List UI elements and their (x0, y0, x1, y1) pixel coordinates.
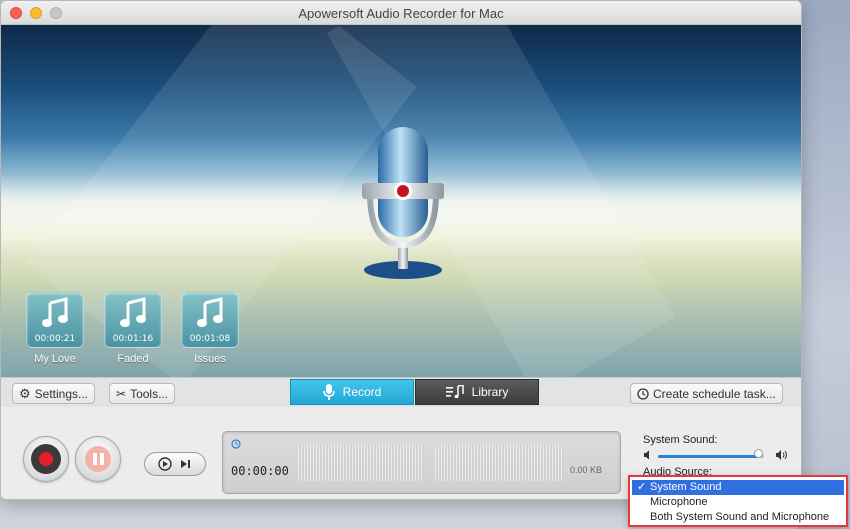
title-bar: Apowersoft Audio Recorder for Mac (1, 1, 801, 25)
music-note-icon (42, 297, 68, 327)
play-next-button[interactable] (144, 452, 206, 476)
library-icon (445, 385, 464, 399)
audio-source-option-microphone[interactable]: Microphone (632, 495, 844, 510)
track-name: Issues (194, 353, 226, 365)
track-thumbnail[interactable]: 00:01:16 (104, 292, 162, 348)
record-icon (31, 444, 61, 474)
track-duration: 00:01:08 (189, 334, 231, 344)
system-sound-label: System Sound: (643, 434, 718, 446)
recording-time: 00:00:00 (231, 464, 289, 478)
tab-library[interactable]: Library (415, 379, 539, 405)
track-name: My Love (34, 353, 76, 365)
microphone-small-icon (322, 384, 335, 400)
tab-record[interactable]: Record (290, 379, 414, 405)
audio-source-dropdown: ✓ System Sound Microphone Both System So… (628, 475, 848, 527)
tab-record-label: Record (342, 385, 382, 399)
track-name: Faded (117, 353, 149, 365)
app-window: Apowersoft Audio Recorder for Mac 00:00:… (0, 0, 802, 500)
recording-size: 0.00 KB (569, 465, 602, 475)
create-schedule-task-button[interactable]: Create schedule task... (630, 383, 783, 404)
gear-icon: ⚙ (19, 385, 31, 401)
settings-label: Settings... (34, 386, 89, 401)
tools-icon: ✂ (116, 386, 127, 401)
pause-icon (85, 446, 111, 472)
audio-source-option-system-sound[interactable]: ✓ System Sound (632, 480, 844, 495)
timer-icon (231, 439, 241, 449)
volume-slider[interactable] (658, 455, 764, 458)
recording-display: 00:00:00 0.00 KB (222, 431, 621, 494)
speaker-high-icon (776, 450, 787, 460)
checkmark-icon: ✓ (637, 481, 647, 493)
create-schedule-task-label: Create schedule task... (653, 386, 776, 401)
window-title: Apowersoft Audio Recorder for Mac (298, 6, 504, 21)
volume-slider-fill (658, 455, 759, 458)
music-note-icon (197, 297, 223, 327)
play-next-icon (158, 457, 190, 471)
settings-button[interactable]: ⚙ Settings... (12, 383, 96, 404)
microphone-icon (362, 127, 444, 279)
speaker-low-icon (644, 450, 649, 460)
main-toolbar: ⚙ Settings... ✂ Tools... Record Library … (1, 377, 801, 407)
option-label: System Sound (650, 481, 722, 493)
desktop-background (798, 0, 850, 529)
track-duration: 00:01:16 (112, 334, 154, 344)
track-duration: 00:00:21 (34, 334, 76, 344)
record-button[interactable] (23, 436, 69, 482)
tools-button[interactable]: ✂ Tools... (109, 383, 176, 404)
tools-label: Tools... (130, 386, 169, 401)
waveform-left (298, 445, 423, 481)
waveform-right (435, 445, 563, 481)
option-label: Both System Sound and Microphone (650, 511, 830, 523)
track-thumbnail[interactable]: 00:01:08 (181, 292, 239, 348)
clock-icon (637, 387, 649, 400)
music-note-icon (120, 297, 146, 327)
tab-library-label: Library (471, 385, 509, 399)
pause-button[interactable] (75, 436, 121, 482)
track-thumbnail[interactable]: 00:00:21 (26, 292, 84, 348)
volume-slider-knob[interactable] (753, 449, 763, 458)
audio-source-option-both[interactable]: Both System Sound and Microphone (632, 510, 844, 525)
hero-background: 00:00:21 My Love 00:01:16 Faded 00:01:08… (1, 25, 801, 377)
option-label: Microphone (650, 496, 708, 508)
